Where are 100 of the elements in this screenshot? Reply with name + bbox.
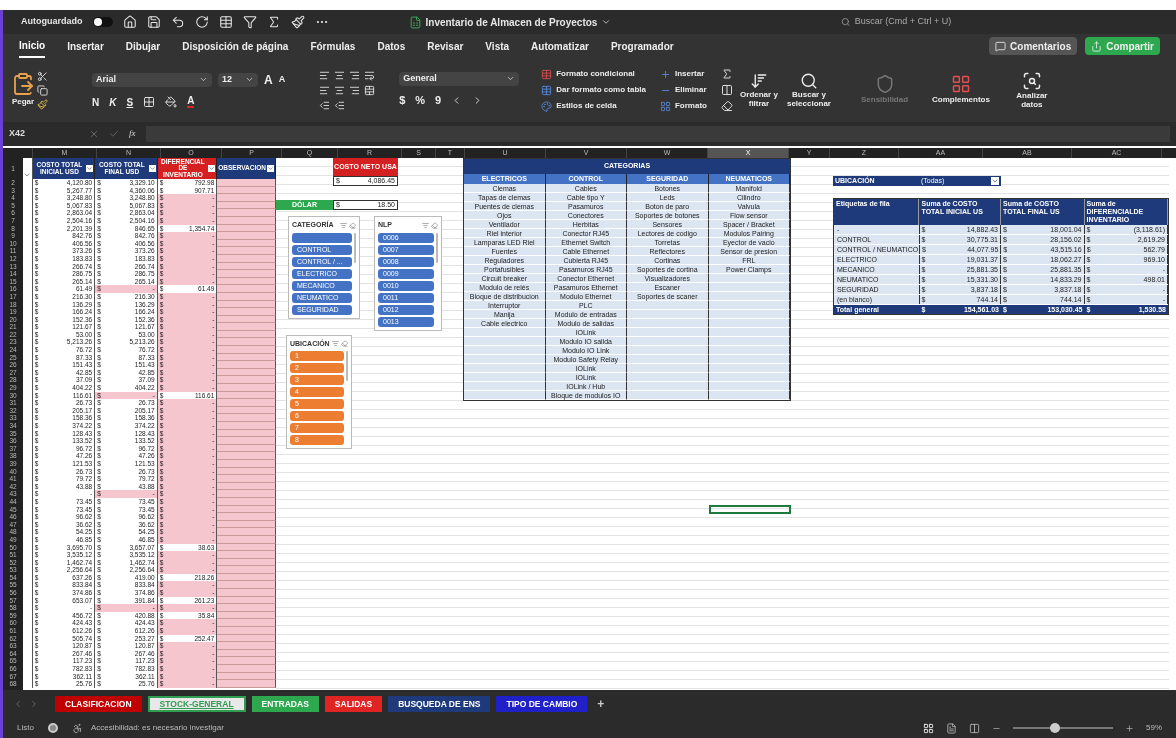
redo-icon[interactable] — [194, 15, 209, 29]
sheet-tab[interactable]: BUSQUEDA DE ENS — [388, 696, 491, 712]
find-select-button[interactable]: Buscar y seleccionar — [784, 72, 833, 108]
table-cell — [217, 543, 276, 552]
number-format-dropdown[interactable]: General — [399, 71, 520, 86]
align-center-icon[interactable] — [334, 84, 346, 96]
filter-dropdown-icon[interactable] — [86, 165, 94, 172]
autosave-toggle[interactable] — [92, 17, 113, 27]
menu-tab[interactable]: Programador — [610, 35, 674, 57]
currency-button[interactable]: $ — [399, 91, 406, 109]
spreadsheet-file-icon — [408, 15, 422, 29]
cancel-icon[interactable] — [89, 129, 99, 139]
underline-button[interactable]: S — [126, 94, 134, 110]
borders-icon[interactable] — [143, 96, 156, 108]
share-icon — [1091, 40, 1103, 52]
align-middle-icon[interactable] — [334, 69, 346, 81]
comments-button[interactable]: Comentarios — [989, 37, 1078, 55]
macro-record-icon[interactable] — [47, 723, 58, 733]
table-cell — [217, 224, 276, 233]
search-icon — [799, 72, 818, 90]
sheet-tab[interactable]: TIPO DE CAMBIO — [496, 696, 588, 712]
sheet-tab[interactable]: SALIDAS — [324, 696, 383, 712]
home-icon[interactable] — [122, 15, 137, 29]
copy-icon[interactable] — [37, 84, 48, 96]
sheet-tab[interactable]: CLASIFICACION — [55, 696, 142, 712]
fill-color-icon[interactable] — [165, 96, 178, 108]
menu-tab[interactable]: Datos — [377, 35, 406, 57]
table-icon — [541, 84, 553, 96]
comma-style-button[interactable]: 9 — [435, 91, 442, 109]
fill-icon[interactable] — [720, 84, 733, 96]
page-layout-icon[interactable] — [946, 722, 957, 734]
table-cell — [217, 338, 276, 347]
zoom-in-icon[interactable] — [1125, 723, 1134, 733]
format-button[interactable]: Formato — [659, 100, 707, 112]
format-as-table-button[interactable]: Dar formato como tabla — [541, 84, 646, 96]
search-icon — [841, 17, 851, 27]
menu-tab[interactable]: Vista — [485, 35, 510, 57]
function-button[interactable]: fx — [129, 127, 136, 141]
page-break-icon[interactable] — [969, 722, 980, 734]
align-top-icon[interactable] — [319, 69, 331, 81]
grid-icon — [951, 74, 971, 94]
chevron-icon[interactable] — [199, 75, 208, 84]
insert-button[interactable]: Insertar — [659, 68, 707, 80]
chevron-icon[interactable] — [245, 75, 254, 84]
filter-icon[interactable] — [242, 15, 257, 29]
paste-button[interactable]: Pegar — [11, 72, 35, 108]
cell-reference[interactable]: X42 — [9, 127, 79, 141]
add-ins-button[interactable]: Complementos — [932, 74, 990, 106]
brush-icon[interactable] — [290, 15, 305, 29]
table-icon[interactable] — [218, 15, 233, 29]
add-sheet-button[interactable]: + — [597, 695, 605, 713]
table-cell — [217, 368, 276, 377]
analyze-data-button[interactable]: Analizar datos — [1011, 71, 1052, 109]
align-right-icon[interactable] — [349, 84, 361, 96]
zoom-level[interactable]: 59% — [1146, 722, 1162, 734]
selected-cell[interactable] — [709, 505, 791, 514]
menu-tab[interactable]: Insertar — [67, 35, 104, 57]
cut-icon[interactable] — [37, 70, 48, 82]
scrollbar[interactable] — [436, 232, 438, 263]
clear-icon[interactable] — [720, 100, 733, 112]
sort-filter-button[interactable]: Ordenar y filtrar — [738, 72, 779, 108]
conditional-format-button[interactable]: Formato condicional — [541, 68, 646, 80]
zoom-thumb[interactable] — [1050, 723, 1060, 733]
indent-icon[interactable] — [319, 99, 331, 111]
font-color-button[interactable]: A — [187, 96, 195, 108]
menu-tab[interactable]: Revisar — [427, 35, 464, 57]
font-dropdown[interactable]: Arial — [92, 72, 212, 87]
align-bottom-icon[interactable] — [349, 69, 361, 81]
italic-button[interactable]: K — [109, 94, 117, 110]
scrollbar[interactable] — [346, 351, 348, 381]
save-icon[interactable] — [146, 15, 161, 29]
format-painter-icon[interactable] — [37, 98, 48, 110]
delete-button[interactable]: Eliminar — [659, 84, 707, 96]
cell-styles-button[interactable]: Estilos de celda — [541, 100, 646, 112]
table-cell — [217, 459, 276, 468]
filter-dropdown-icon[interactable] — [148, 165, 156, 172]
grow-font-button[interactable]: A — [264, 70, 273, 89]
menu-tab[interactable]: Disposición de página — [182, 35, 289, 57]
autosum-icon[interactable] — [720, 68, 733, 80]
dropdown-icon[interactable] — [991, 177, 999, 185]
menu-tab[interactable]: Automatizar — [531, 35, 589, 57]
slicer-item[interactable] — [292, 232, 352, 243]
search-field[interactable]: Buscar (Cmd + Ctrl + U) — [854, 15, 1062, 29]
accessibility-icon[interactable] — [71, 722, 83, 734]
undo-icon[interactable] — [170, 15, 185, 29]
normal-view-icon[interactable] — [923, 722, 934, 734]
menu-tab[interactable]: Dibujar — [125, 35, 161, 57]
merge-icon[interactable] — [364, 84, 376, 96]
align-left-icon[interactable] — [319, 84, 331, 96]
wrap-text-icon[interactable] — [364, 69, 376, 81]
chevron-icon[interactable] — [601, 17, 612, 27]
menu-tab[interactable]: Fórmulas — [310, 35, 356, 57]
font-size-dropdown[interactable]: 12 — [218, 72, 258, 87]
accessibility-status[interactable]: Accesibilidad: es necesario investigar — [90, 722, 224, 734]
bold-button[interactable]: N — [92, 94, 100, 110]
filter-dropdown-icon[interactable] — [208, 165, 216, 172]
percent-button[interactable]: % — [415, 91, 426, 109]
shrink-font-button[interactable]: A — [278, 72, 286, 87]
scrollbar[interactable] — [354, 232, 356, 263]
outdent-icon[interactable] — [334, 99, 346, 111]
